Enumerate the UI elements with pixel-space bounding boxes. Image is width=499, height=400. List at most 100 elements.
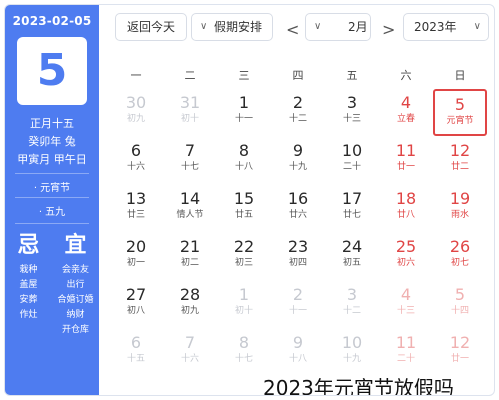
prev-month-arrow[interactable]: < [286,22,299,38]
year-select[interactable]: 2023年 ∨ [403,13,489,41]
day-cell[interactable]: 28 初九 [163,281,217,328]
lunar-day: 初四 [288,258,307,268]
holiday-select[interactable]: ∨ 假期安排 [191,13,273,41]
day-cell[interactable]: 3 十二 [325,281,379,328]
day-number: 6 [130,333,142,352]
day-number: 22 [233,237,255,256]
day-cell[interactable]: 26 初七 [433,233,487,280]
day-cell[interactable]: 5 十四 [433,281,487,328]
next-month-arrow[interactable]: > [382,22,395,38]
almanac-item: 作灶 [19,310,38,320]
divider [15,173,89,174]
day-cell[interactable]: 1 初十 [217,281,271,328]
day-number: 17 [341,189,363,208]
day-number: 25 [395,237,417,256]
year-select-label: 2023年 [414,20,457,34]
ganzhi-month-day: 甲寅月 甲午日 [17,153,87,166]
day-cell[interactable]: 27 初八 [109,281,163,328]
lunar-day: 十六 [180,354,199,364]
day-number: 6 [130,141,142,160]
day-cell[interactable]: 21 初二 [163,233,217,280]
day-cell[interactable]: 15 廿五 [217,185,271,232]
day-cell[interactable]: 2 十二 [271,89,325,136]
lunar-day: 初二 [180,258,199,268]
lunar-day: 十九 [342,354,361,364]
day-cell[interactable]: 12 廿二 [433,137,487,184]
caption: 2023年元宵节放假吗 [261,372,456,395]
day-number: 30 [125,93,147,112]
lunar-day: 初十 [234,306,253,316]
day-cell[interactable]: 24 初五 [325,233,379,280]
day-cell[interactable]: 18 廿八 [379,185,433,232]
back-today-button[interactable]: 返回今天 [115,13,187,41]
day-number: 2 [292,93,304,112]
lunar-day: 初三 [234,258,253,268]
day-number: 13 [125,189,147,208]
lunar-day: 初六 [396,258,415,268]
day-number: 16 [287,189,309,208]
day-number: 2 [292,285,304,304]
day-cell[interactable]: 9 十九 [271,137,325,184]
day-cell[interactable]: 8 十七 [217,329,271,376]
day-cell[interactable]: 11 二十 [379,329,433,376]
day-cell[interactable]: 13 廿三 [109,185,163,232]
day-cell[interactable]: 9 十八 [271,329,325,376]
ji-label: 忌 [17,233,40,258]
festival-item: · 五九 [38,207,66,218]
lunar-day: 廿一 [396,162,415,172]
day-cell[interactable]: 2 十一 [271,281,325,328]
lunar-day: 十一 [288,306,307,316]
day-number: 11 [395,141,417,160]
day-cell-selected[interactable]: 5 元宵节 [433,89,487,136]
day-cell[interactable]: 6 十五 [109,329,163,376]
day-cell[interactable]: 11 廿一 [379,137,433,184]
day-cell[interactable]: 19 雨水 [433,185,487,232]
day-cell[interactable]: 31 初十 [163,89,217,136]
lunar-day: 立春 [396,114,415,124]
weekday-header: 一 [130,69,142,82]
day-cell[interactable]: 7 十六 [163,329,217,376]
day-cell[interactable]: 25 初六 [379,233,433,280]
day-cell[interactable]: 17 廿七 [325,185,379,232]
day-cell[interactable]: 8 十八 [217,137,271,184]
lunar-day: 十八 [288,354,307,364]
day-cell[interactable]: 10 二十 [325,137,379,184]
weekday-header: 六 [400,69,412,82]
yi-label: 宜 [64,233,87,258]
lunar-day: 十六 [126,162,145,172]
day-cell[interactable]: 23 初四 [271,233,325,280]
lunar-day: 初七 [450,258,469,268]
lunar-day: 初十 [180,114,199,124]
lunar-day: 初一 [126,258,145,268]
day-number: 12 [449,141,471,160]
day-number: 23 [287,237,309,256]
almanac-item: 合婚订婚 [57,295,94,305]
weekday-header: 二 [184,69,196,82]
lunar-day: 十一 [234,114,253,124]
day-number: 7 [184,333,196,352]
divider [15,223,89,224]
day-cell[interactable]: 30 初九 [109,89,163,136]
day-cell[interactable]: 7 十七 [163,137,217,184]
day-cell[interactable]: 14 情人节 [163,185,217,232]
lunar-date: 正月十五 [30,117,74,130]
day-cell[interactable]: 10 十九 [325,329,379,376]
day-cell[interactable]: 4 十三 [379,281,433,328]
day-number: 24 [341,237,363,256]
month-select[interactable]: ∨ 2月 [305,13,371,41]
day-cell[interactable]: 16 廿六 [271,185,325,232]
day-cell[interactable]: 6 十六 [109,137,163,184]
day-number: 20 [125,237,147,256]
day-cell[interactable]: 20 初一 [109,233,163,280]
almanac-item: 安葬 [19,295,38,305]
divider [15,197,89,198]
day-cell[interactable]: 12 廿一 [433,329,487,376]
month-select-label: 2月 [348,20,368,34]
lunar-day: 雨水 [450,210,469,220]
day-cell[interactable]: 3 十三 [325,89,379,136]
day-cell[interactable]: 1 十一 [217,89,271,136]
day-cell[interactable]: 4 立春 [379,89,433,136]
day-cell[interactable]: 22 初三 [217,233,271,280]
lunar-day: 十八 [234,162,253,172]
almanac-item: 出行 [66,280,85,290]
